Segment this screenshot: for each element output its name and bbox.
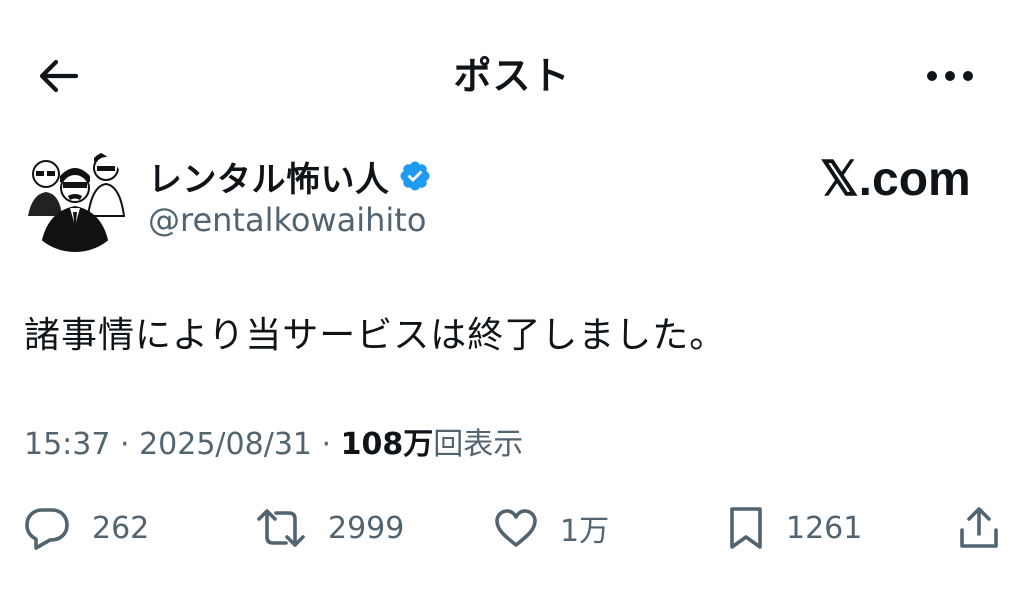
author-name-row[interactable]: レンタル怖い人 <box>148 152 432 200</box>
share-button[interactable] <box>956 500 1002 556</box>
reply-button[interactable]: 262 <box>24 500 149 556</box>
post-detail-screen: ポスト レンタル怖い人 @rentalkowaihito 𝕏.com 諸事情によ… <box>0 0 1024 594</box>
avatar[interactable] <box>22 146 128 252</box>
retweet-count: 2999 <box>328 510 405 546</box>
meta-separator: · <box>312 427 341 462</box>
like-button[interactable]: 1万 <box>494 500 609 556</box>
like-count: 1万 <box>560 514 610 549</box>
views-label: 回表示 <box>433 427 524 462</box>
more-horizontal-icon <box>927 71 973 81</box>
bookmark-button[interactable]: 1261 <box>728 500 862 556</box>
share-icon <box>960 507 998 548</box>
verified-badge-icon <box>399 161 430 191</box>
reply-count: 262 <box>92 510 150 546</box>
x-com-watermark: 𝕏.com <box>820 153 971 206</box>
bookmark-icon <box>730 507 762 549</box>
tweet-date[interactable]: 2025/08/31 <box>139 427 312 462</box>
bookmark-count: 1261 <box>786 510 863 546</box>
author-handle[interactable]: @rentalkowaihito <box>148 198 426 242</box>
page-title: ポスト <box>453 54 571 98</box>
views-count[interactable]: 108万 <box>341 427 434 462</box>
reply-icon <box>25 508 69 550</box>
meta-separator: · <box>110 427 140 462</box>
retweet-icon <box>257 509 305 547</box>
tweet-text: 諸事情により当サービスは終了しました。 <box>24 315 727 356</box>
heart-icon <box>495 509 537 547</box>
tweet-time[interactable]: 15:37 <box>24 427 110 462</box>
more-options-button[interactable] <box>922 58 978 94</box>
display-name: レンタル怖い人 <box>148 159 390 200</box>
retweet-button[interactable]: 2999 <box>256 500 404 556</box>
tweet-meta: 15:37 · 2025/08/31 · 108万回表示 <box>24 420 523 470</box>
avatar-image <box>22 146 128 252</box>
